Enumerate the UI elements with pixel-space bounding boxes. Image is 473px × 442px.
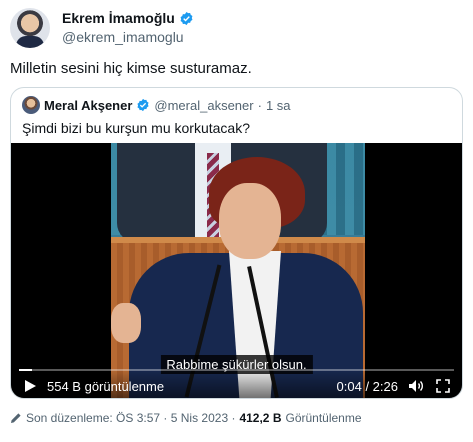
play-icon[interactable] xyxy=(23,379,37,393)
quoted-text: Şimdi bizi bu kurşun mu korkutacak? xyxy=(22,120,250,136)
volume-icon[interactable] xyxy=(408,379,424,393)
author-display-name[interactable]: Ekrem İmamoğlu xyxy=(62,10,175,26)
avatar[interactable] xyxy=(10,8,50,48)
progress-fill xyxy=(19,369,33,371)
tweet-text: Milletin sesini hiç kimse susturamaz. xyxy=(10,60,252,77)
video-views: 554 B görüntülenme xyxy=(47,379,165,394)
quoted-time[interactable]: 1 sa xyxy=(266,98,291,113)
author-handle[interactable]: @ekrem_imamoglu xyxy=(62,29,184,45)
verified-icon xyxy=(180,11,193,25)
author-name-row: Ekrem İmamoğlu xyxy=(62,10,194,26)
video-player[interactable]: Rabbime şükürler olsun. 554 B görüntülen… xyxy=(11,143,462,398)
video-time: 0:04 / 2:26 xyxy=(336,379,398,394)
quoted-handle[interactable]: @meral_aksener xyxy=(154,98,253,113)
views-word: Görüntülenme xyxy=(285,411,362,425)
fullscreen-icon[interactable] xyxy=(436,379,450,393)
edited-label[interactable]: Son düzenleme: ÖS 3:57 · 5 Nis 2023 · xyxy=(26,411,235,425)
tweet-header: Ekrem İmamoğlu @ekrem_imamoglu xyxy=(10,8,463,48)
verified-icon xyxy=(137,98,149,112)
quoted-header: Meral Akşener @meral_aksener · 1 sa xyxy=(22,96,291,114)
tweet-footer: Son düzenleme: ÖS 3:57 · 5 Nis 2023 · 41… xyxy=(10,411,362,425)
meta-separator: · xyxy=(257,97,262,113)
quoted-avatar[interactable] xyxy=(22,96,40,114)
quoted-display-name[interactable]: Meral Akşener xyxy=(44,98,132,113)
pencil-icon xyxy=(11,413,21,423)
quoted-tweet[interactable]: Meral Akşener @meral_aksener · 1 sa Şimd… xyxy=(10,87,463,399)
video-controls: 554 B görüntülenme 0:04 / 2:26 xyxy=(11,369,462,398)
progress-bar[interactable] xyxy=(19,369,454,371)
views-count: 412,2 B xyxy=(239,411,282,425)
